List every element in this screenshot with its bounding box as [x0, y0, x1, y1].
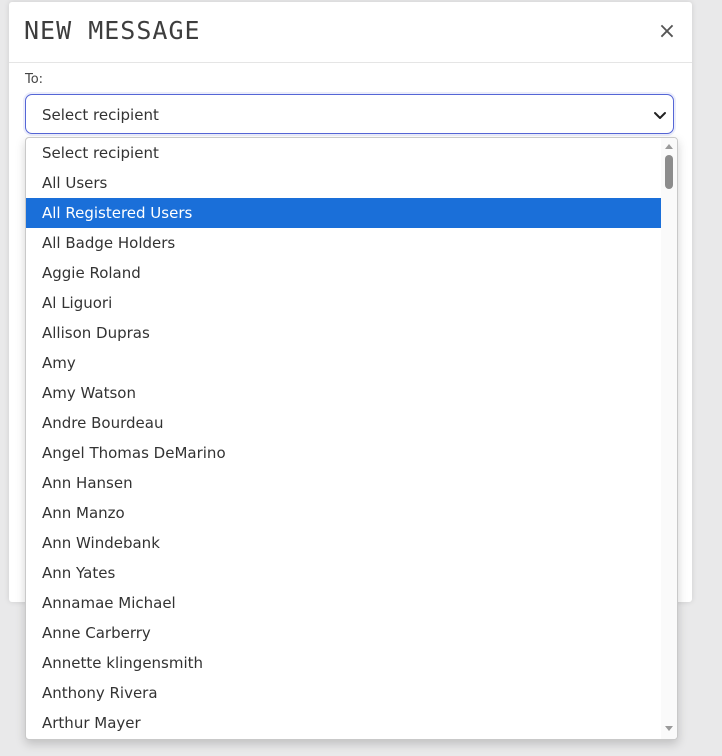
dropdown-option[interactable]: All Users	[26, 168, 661, 198]
dropdown-option[interactable]: Andre Bourdeau	[26, 408, 661, 438]
dropdown-option[interactable]: Angel Thomas DeMarino	[26, 438, 661, 468]
dropdown-option[interactable]: Allison Dupras	[26, 318, 661, 348]
dropdown-option[interactable]: Arthur Mayer	[26, 708, 661, 738]
recipient-select-value: Select recipient	[42, 106, 159, 124]
dropdown-option[interactable]: All Registered Users	[26, 198, 661, 228]
dropdown-option[interactable]: Ann Yates	[26, 558, 661, 588]
dropdown-option[interactable]: Aggie Roland	[26, 258, 661, 288]
dropdown-option[interactable]: Al Liguori	[26, 288, 661, 318]
chevron-down-icon	[654, 112, 666, 119]
modal-header: NEW MESSAGE ×	[9, 2, 692, 63]
to-label: To:	[25, 72, 44, 87]
dropdown-option[interactable]: Select recipient	[26, 138, 661, 168]
scrollbar-thumb[interactable]	[665, 155, 673, 189]
dropdown-option[interactable]: Anthony Rivera	[26, 678, 661, 708]
close-button[interactable]: ×	[657, 19, 677, 44]
dropdown-option[interactable]: Annette klingensmith	[26, 648, 661, 678]
scroll-down-arrow-icon[interactable]	[663, 724, 675, 734]
dropdown-option[interactable]: Amy Watson	[26, 378, 661, 408]
modal-title: NEW MESSAGE	[24, 16, 201, 45]
dropdown-option[interactable]: Anne Carberry	[26, 618, 661, 648]
dropdown-option[interactable]: Amy	[26, 348, 661, 378]
dropdown-option[interactable]: All Badge Holders	[26, 228, 661, 258]
dropdown-option[interactable]: Ann Hansen	[26, 468, 661, 498]
scrollbar[interactable]	[661, 138, 677, 739]
dropdown-option[interactable]: Ann Manzo	[26, 498, 661, 528]
close-icon: ×	[657, 19, 677, 44]
recipient-dropdown-list[interactable]: Select recipient All Users All Registered …	[25, 137, 678, 740]
dropdown-option[interactable]: Annamae Michael	[26, 588, 661, 618]
dropdown-option[interactable]: Ann Windebank	[26, 528, 661, 558]
scroll-up-arrow-icon[interactable]	[663, 141, 675, 151]
recipient-select[interactable]: Select recipient	[25, 94, 674, 134]
